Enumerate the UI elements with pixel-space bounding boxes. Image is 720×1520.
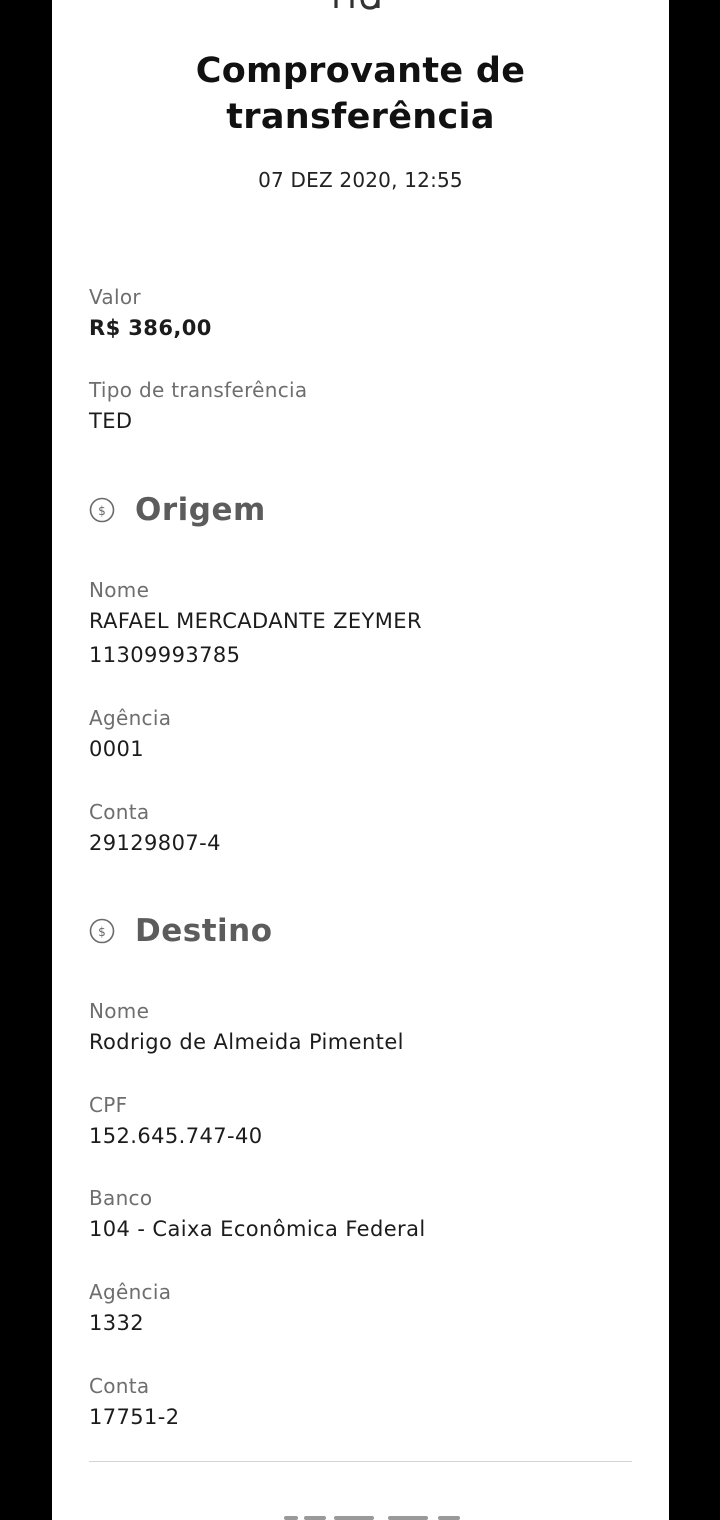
origin-agency-label: Agência bbox=[89, 706, 172, 730]
destination-agency-label: Agência bbox=[89, 1280, 172, 1304]
amount-field: Valor R$ 386,00 bbox=[89, 283, 649, 345]
destination-bank-field: Banco 104 - Caixa Econômica Federal bbox=[89, 1184, 649, 1246]
amount-value: R$ 386,00 bbox=[89, 316, 212, 340]
destination-cpf-label: CPF bbox=[89, 1093, 128, 1117]
page-title-line2: transferência bbox=[226, 97, 495, 137]
page-title-line1: Comprovante de bbox=[195, 51, 526, 91]
dollar-circle-icon: $ bbox=[89, 497, 115, 523]
transfer-type-label: Tipo de transferência bbox=[89, 378, 308, 402]
origin-heading: Origem bbox=[135, 492, 266, 528]
origin-agency-field: Agência 0001 bbox=[89, 704, 649, 766]
origin-account-label: Conta bbox=[89, 800, 150, 824]
destination-cpf-field: CPF 152.645.747-40 bbox=[89, 1091, 649, 1153]
nubank-logo bbox=[334, 0, 380, 10]
origin-agency-value: 0001 bbox=[89, 737, 145, 761]
origin-name-value: RAFAEL MERCADANTE ZEYMER bbox=[89, 609, 422, 633]
amount-label: Valor bbox=[89, 285, 141, 309]
transfer-datetime: 07 DEZ 2020, 12:55 bbox=[258, 168, 463, 192]
transfer-type-field: Tipo de transferência TED bbox=[89, 376, 649, 438]
destination-cpf-value: 152.645.747-40 bbox=[89, 1124, 263, 1148]
destination-bank-value: 104 - Caixa Econômica Federal bbox=[89, 1217, 426, 1241]
receipt-card: Comprovante de transferência 07 DEZ 2020… bbox=[52, 0, 669, 1520]
destination-name-value: Rodrigo de Almeida Pimentel bbox=[89, 1030, 404, 1054]
destination-account-label: Conta bbox=[89, 1374, 150, 1398]
svg-text:$: $ bbox=[98, 925, 106, 939]
cut-off-footer-text bbox=[52, 1506, 669, 1520]
origin-account-value: 29129807-4 bbox=[89, 831, 221, 855]
destination-bank-label: Banco bbox=[89, 1186, 153, 1210]
dollar-circle-icon: $ bbox=[89, 918, 115, 944]
origin-name-label: Nome bbox=[89, 578, 150, 602]
destination-heading: Destino bbox=[135, 913, 273, 949]
destination-section-header: $ Destino bbox=[89, 911, 273, 951]
destination-account-field: Conta 17751-2 bbox=[89, 1372, 649, 1434]
destination-name-label: Nome bbox=[89, 999, 150, 1023]
origin-account-field: Conta 29129807-4 bbox=[89, 798, 649, 860]
destination-account-value: 17751-2 bbox=[89, 1405, 180, 1429]
destination-agency-field: Agência 1332 bbox=[89, 1278, 649, 1340]
origin-document-value: 11309993785 bbox=[89, 643, 241, 667]
destination-agency-value: 1332 bbox=[89, 1311, 145, 1335]
divider bbox=[89, 1461, 632, 1462]
svg-text:$: $ bbox=[98, 504, 106, 518]
transfer-type-value: TED bbox=[89, 409, 133, 433]
origin-name-field: Nome RAFAEL MERCADANTE ZEYMER 1130999378… bbox=[89, 576, 649, 672]
page-title: Comprovante de transferência bbox=[52, 48, 669, 140]
destination-name-field: Nome Rodrigo de Almeida Pimentel bbox=[89, 997, 649, 1059]
origin-section-header: $ Origem bbox=[89, 490, 266, 530]
